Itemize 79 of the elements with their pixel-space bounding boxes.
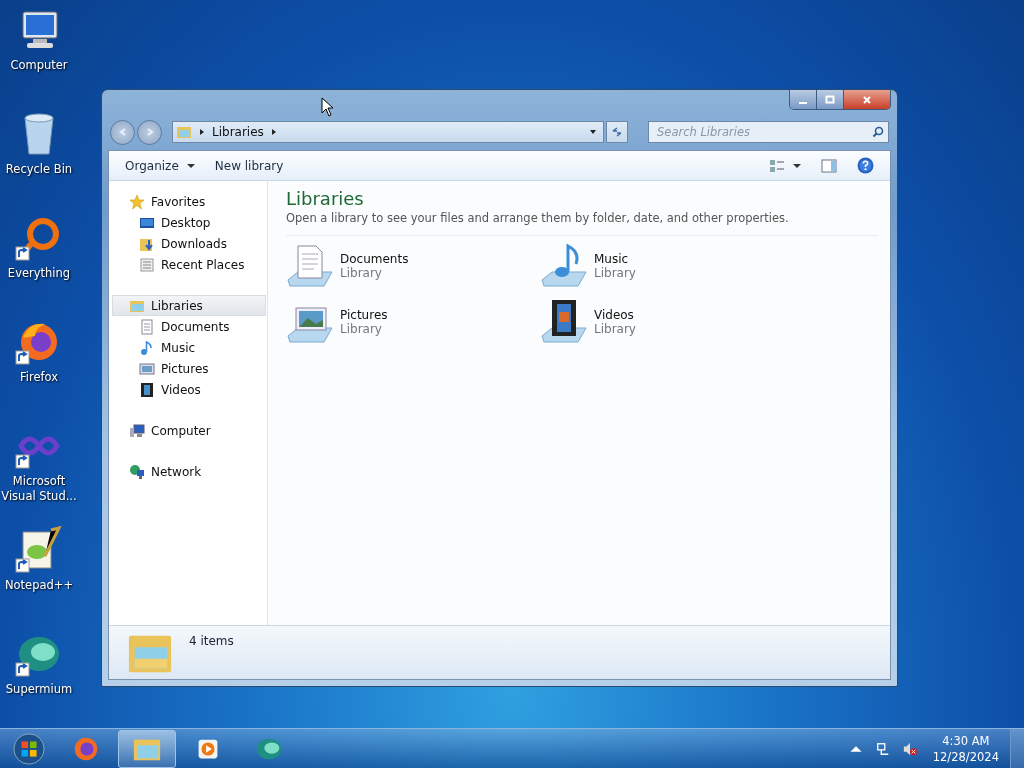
minimize-button[interactable] [790,90,817,109]
refresh-button[interactable] [606,121,628,143]
library-name: Pictures [340,308,388,322]
show-desktop-button[interactable] [1010,728,1024,768]
library-type: Library [340,266,383,280]
toolbar-button[interactable]: New library [206,154,292,177]
back-button[interactable] [110,119,135,145]
toolbar-button[interactable]: Organize [117,154,203,177]
nav-item[interactable]: Documents [109,316,267,337]
preview-pane-icon [821,158,837,173]
nav-item[interactable]: Desktop [109,212,267,233]
desktop-icon-label: Supermium [4,682,74,697]
network-icon [129,463,145,480]
minimize-icon [799,101,807,104]
search-icon[interactable] [872,126,884,138]
music-icon [139,339,155,356]
library-name: Documents [340,252,409,266]
nav-item[interactable]: Computer [109,420,267,441]
nav-item[interactable]: Favorites [109,191,267,212]
caret-icon [793,161,801,170]
refresh-icon [611,126,623,138]
address-bar[interactable]: Libraries [172,121,604,143]
library-item[interactable]: Pictures Library [286,298,540,346]
documents-library-icon [286,242,334,290]
library-type: Library [340,322,383,336]
library-type: Library [594,266,636,280]
pictures-icon [139,360,155,377]
library-type: Library [594,322,636,336]
desktop-icon-label: Microsoft Visual Stud... [0,474,78,504]
recent-icon [139,256,155,273]
windows-logo-icon [12,731,46,766]
library-item[interactable]: Music Library [540,242,794,290]
nav-item[interactable]: Downloads [109,233,267,254]
dropdown-arrow-icon[interactable] [589,128,597,136]
caret-icon [186,161,195,170]
page-description: Open a library to see your files and arrange them by folder, date, and other properties. [286,211,790,225]
item-count: 4 items [189,634,234,648]
music-library-icon [540,242,588,290]
search-bar[interactable]: Search Libraries [648,121,889,143]
desktop-icon-label: Everything [6,266,72,281]
taskbar-app-button[interactable] [118,729,176,768]
breadcrumb-arrow-icon[interactable] [269,128,278,136]
breadcrumb[interactable]: Libraries [212,125,264,139]
nav-item[interactable]: Libraries [112,295,266,316]
clock[interactable]: 4:30 AM 12/28/2024 [924,732,1007,765]
nav-item[interactable]: Videos [109,379,267,400]
star-icon [129,193,145,210]
view-icon [769,158,785,173]
clock-time: 4:30 AM [942,732,990,749]
computer-icon [129,422,145,439]
forward-button[interactable] [137,119,162,145]
breadcrumb-arrow-icon[interactable] [198,128,206,136]
page-title: Libraries [286,187,365,211]
desktop-icon-label: Computer [9,58,69,73]
nav-item[interactable]: Recent Places [109,254,267,275]
search-field[interactable]: Search Libraries [655,124,872,140]
nav-item[interactable]: Network [109,461,267,482]
nav-item[interactable]: Pictures [109,358,267,379]
maximize-button[interactable] [817,90,844,109]
documents-icon [139,318,155,335]
videos-library-icon [540,298,588,346]
mouse-cursor-icon [321,97,333,117]
desktop-icon-label: Notepad++ [3,578,75,593]
network-icon[interactable] [875,741,890,756]
maximize-icon [825,94,835,105]
library-item[interactable]: Documents Library [286,242,540,290]
library-item[interactable]: Videos Library [540,298,794,346]
videos-icon [139,381,155,398]
help-icon [857,157,874,174]
desktop-icon-label: Firefox [18,370,60,385]
folder-icon [176,124,192,140]
desktop-icon-label: Recycle Bin [4,162,74,177]
close-button[interactable] [844,90,890,109]
nav-item[interactable]: Music [109,337,267,358]
library-name: Videos [594,308,635,322]
clock-date: 12/28/2024 [932,748,999,765]
close-icon [862,94,872,105]
library-name: Music [594,252,630,266]
volume-muted-icon[interactable] [902,741,917,756]
